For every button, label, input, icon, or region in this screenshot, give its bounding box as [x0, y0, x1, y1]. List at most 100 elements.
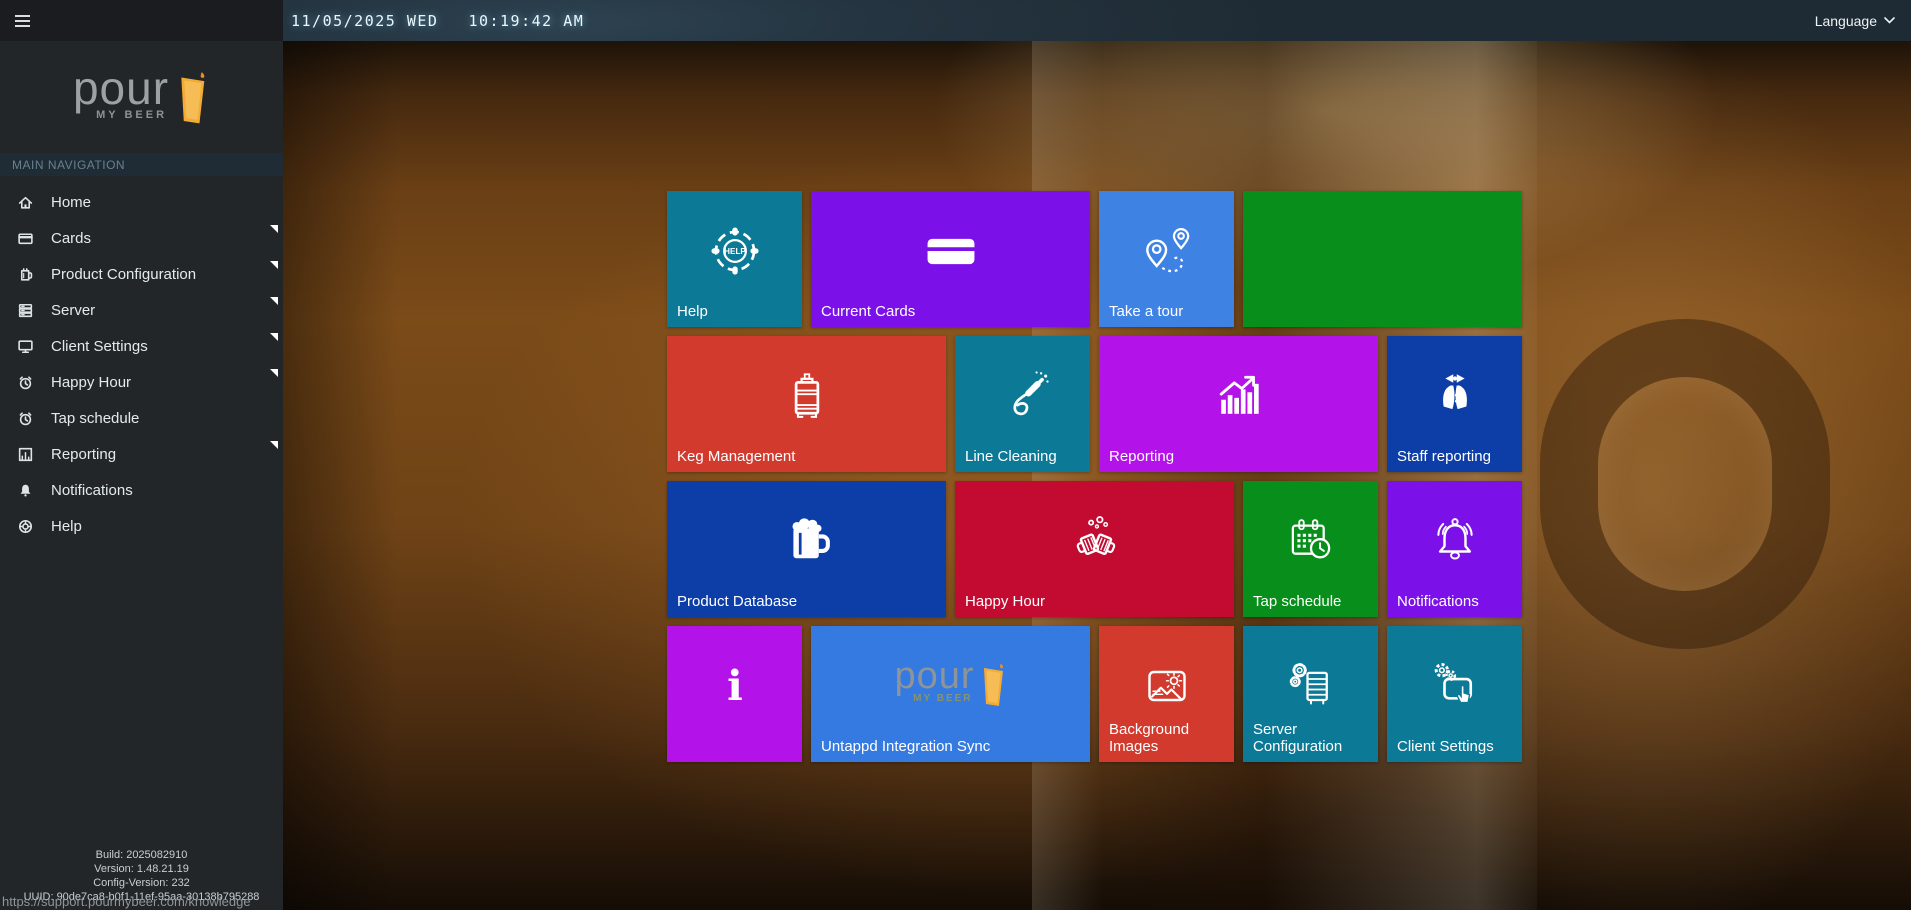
tile-label: Line Cleaning — [965, 448, 1057, 465]
sidebar-item-label: Tap schedule — [51, 409, 140, 427]
tile-untappd-integration-sync[interactable]: pour MY BEER Untappd Integration Sync — [811, 626, 1090, 762]
tile-label: Untappd Integration Sync — [821, 738, 991, 755]
svg-text:HELP: HELP — [724, 247, 746, 256]
bell-icon — [1436, 517, 1473, 560]
card-icon — [18, 232, 33, 244]
tile-staff-reporting[interactable]: Staff reporting — [1387, 336, 1522, 472]
tile-label: Staff reporting — [1397, 448, 1491, 465]
bell-icon — [20, 484, 31, 497]
tile-product-database[interactable]: Product Database — [667, 481, 946, 617]
background-mug-handle — [1539, 319, 1830, 650]
tile-take-a-tour[interactable]: Take a tour — [1099, 191, 1234, 327]
info-icon: i — [727, 661, 743, 710]
alarm-clock-icon — [19, 375, 32, 389]
submenu-arrow-icon — [270, 297, 278, 305]
nav-section-header: MAIN NAVIGATION — [0, 153, 283, 176]
beer-glass-logo-icon — [983, 663, 1003, 707]
credit-card-icon — [927, 238, 974, 264]
brand-name: pour — [894, 655, 975, 698]
monitor-icon — [18, 339, 33, 353]
life-ring-icon — [18, 519, 33, 533]
sidebar-item-label: Notifications — [51, 481, 133, 499]
pourmybeer-logo: pour MY BEER — [894, 657, 1006, 709]
tile-client-settings[interactable]: Client Settings — [1387, 626, 1522, 762]
submenu-arrow-icon — [270, 333, 278, 341]
sidebar-item-label: Cards — [51, 229, 92, 247]
brand-name: pour — [72, 62, 170, 114]
sidebar-item-help[interactable]: Help — [0, 508, 283, 544]
sidebar: pour MY BEER MAIN NAVIGATION Home Cards — [0, 41, 283, 910]
sidebar-item-label: Product Configuration — [51, 265, 197, 283]
topbar: 11/05/2025 WED 10:19:42 AM Language — [0, 0, 1911, 41]
pourmybeer-admin-app: 11/05/2025 WED 10:19:42 AM Language pour … — [0, 0, 1911, 910]
topbar-main: 11/05/2025 WED 10:19:42 AM Language — [283, 0, 1911, 41]
tile-label: Take a tour — [1109, 303, 1184, 320]
topbar-sidebar-strip — [0, 0, 283, 41]
calendar-clock-icon — [1291, 519, 1330, 559]
sidebar-item-server[interactable]: Server — [0, 292, 283, 328]
submenu-arrow-icon — [270, 369, 278, 377]
build-number: Build: 2025082910 — [95, 849, 188, 861]
status-bar-link: https://support.pourmybeer.com/knowledge — [2, 894, 251, 909]
language-label: Language — [1814, 12, 1877, 29]
sidebar-item-label: Home — [51, 193, 92, 211]
chart-icon — [18, 447, 33, 461]
tile-current-cards[interactable]: Current Cards — [811, 191, 1090, 327]
main-navigation: Home Cards Product Configuration Server … — [0, 176, 283, 544]
keg-icon — [794, 373, 819, 418]
tile-label: Happy Hour — [965, 593, 1046, 610]
beer-glass-logo-icon — [181, 72, 205, 124]
staff-vest-icon — [1442, 374, 1467, 409]
sidebar-item-client-settings[interactable]: Client Settings — [0, 328, 283, 364]
tile-reporting[interactable]: Reporting — [1099, 336, 1378, 472]
language-dropdown[interactable]: Language — [1815, 13, 1895, 29]
version-number: Version: 1.48.21.19 — [94, 863, 189, 875]
tile-label: Server Configuration — [1253, 721, 1343, 755]
tile-background-images[interactable]: Background Images — [1099, 626, 1234, 762]
chevron-down-icon — [1884, 17, 1895, 24]
tile-happy-hour[interactable]: Happy Hour — [955, 481, 1234, 617]
brand-logo: pour MY BEER — [0, 41, 283, 153]
submenu-arrow-icon — [270, 261, 278, 269]
tile-label: Notifications — [1397, 593, 1479, 610]
config-version: Config-Version: 232 — [93, 877, 190, 889]
main-content: HELP Help Current Cards Take a tour Keg … — [283, 41, 1911, 910]
brand-tagline: MY BEER — [96, 109, 168, 121]
home-icon — [18, 196, 33, 209]
sidebar-item-label: Reporting — [51, 445, 117, 463]
tile-label: Reporting — [1109, 448, 1175, 465]
svg-text:i: i — [727, 661, 743, 710]
sidebar-item-product-configuration[interactable]: Product Configuration — [0, 256, 283, 292]
tile-tap-schedule[interactable]: Tap schedule — [1243, 481, 1378, 617]
tile-label: Product Database — [677, 593, 798, 610]
sidebar-item-cards[interactable]: Cards — [0, 220, 283, 256]
sidebar-item-reporting[interactable]: Reporting — [0, 436, 283, 472]
spray-hose-icon — [1012, 371, 1049, 416]
sidebar-item-label: Happy Hour — [51, 373, 132, 391]
tile-line-cleaning[interactable]: Line Cleaning — [955, 336, 1090, 472]
brand-tagline: MY BEER — [913, 693, 973, 705]
client-touch-icon — [1434, 662, 1472, 704]
submenu-arrow-icon — [270, 441, 278, 449]
chart-growth-icon — [1219, 375, 1259, 414]
sidebar-item-tap-schedule[interactable]: Tap schedule — [0, 400, 283, 436]
sidebar-item-notifications[interactable]: Notifications — [0, 472, 283, 508]
tile-label: Help — [677, 303, 708, 320]
tile-info[interactable]: i — [667, 626, 802, 762]
server-icon — [18, 303, 33, 317]
alarm-clock-icon — [19, 411, 32, 425]
tile-server-configuration[interactable]: Server Configuration — [1243, 626, 1378, 762]
tile-notifications[interactable]: Notifications — [1387, 481, 1522, 617]
sidebar-item-happy-hour[interactable]: Happy Hour — [0, 364, 283, 400]
tile-label: Current Cards — [821, 303, 916, 320]
submenu-arrow-icon — [270, 225, 278, 233]
menu-toggle-icon[interactable] — [15, 14, 30, 27]
tile-help[interactable]: HELP Help — [667, 191, 802, 327]
tile-keg-management[interactable]: Keg Management — [667, 336, 946, 472]
cheers-mugs-icon — [1076, 515, 1115, 555]
clock: 11/05/2025 WED 10:19:42 AM — [291, 12, 584, 30]
tile-label: Keg Management — [677, 448, 796, 465]
tile-green-blank[interactable] — [1243, 191, 1522, 327]
sidebar-item-home[interactable]: Home — [0, 184, 283, 220]
server-gear-icon — [1289, 662, 1328, 705]
